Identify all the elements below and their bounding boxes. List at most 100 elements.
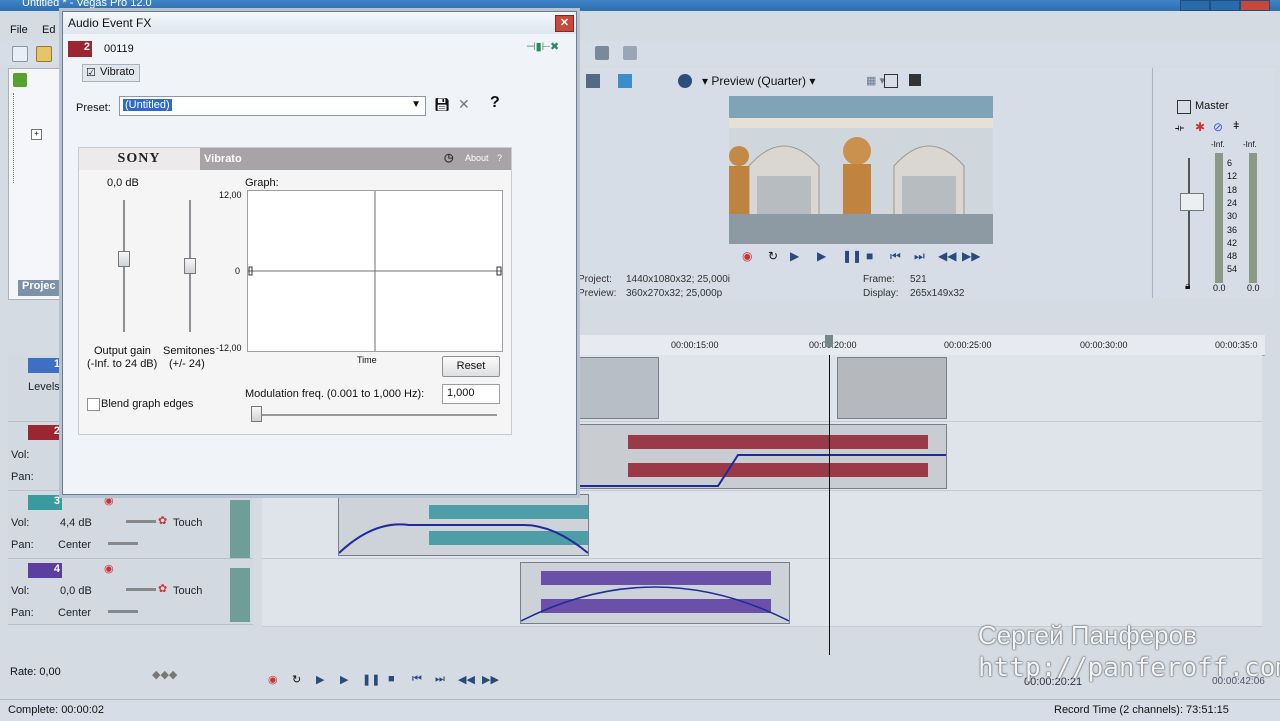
about-link[interactable]: About <box>465 153 489 163</box>
fx-icon[interactable]: ⟛ <box>1175 123 1184 134</box>
peak-left: 0.0 <box>1213 283 1226 293</box>
open-folder-icon[interactable] <box>36 46 52 62</box>
clock-icon[interactable]: ◷ <box>444 151 454 164</box>
record-icon[interactable]: ◉ <box>268 673 278 686</box>
vibrato-graph[interactable] <box>247 190 503 352</box>
plugin-chain-icon[interactable]: ⊣▮⊢ <box>526 40 551 53</box>
stop-icon[interactable]: ■ <box>866 249 873 263</box>
go-start-icon[interactable]: ⏮ <box>412 673 422 686</box>
dim-icon[interactable]: ǂ <box>1233 120 1239 132</box>
menu-edit[interactable]: Ed <box>42 24 55 36</box>
minimize-button[interactable] <box>1180 0 1210 11</box>
overlay-icon[interactable] <box>678 74 692 88</box>
delete-preset-icon[interactable]: ✕ <box>458 96 470 113</box>
save-preset-icon[interactable]: 💾︎ <box>434 97 451 113</box>
prev-frame-icon[interactable]: ◀◀ <box>458 673 475 686</box>
loop-icon[interactable]: ↻ <box>292 673 301 686</box>
master-fader-thumb[interactable] <box>1180 193 1204 211</box>
chain-item-vibrato[interactable]: ☑ Vibrato <box>82 64 140 82</box>
dialog-title-bar[interactable]: Audio Event FX ✕ <box>63 12 576 34</box>
meter-right-inf: -Inf. <box>1243 140 1257 149</box>
record-arm-icon[interactable]: ◉ <box>104 494 114 507</box>
preview-label: Preview: <box>578 288 617 299</box>
expand-icon[interactable]: + <box>31 129 42 140</box>
play-from-start-icon[interactable]: ▶ <box>790 249 799 263</box>
pan-slider[interactable] <box>108 610 138 613</box>
track-number: 4 <box>28 563 62 578</box>
mod-freq-slider[interactable] <box>251 406 262 422</box>
preset-dropdown[interactable]: (Untitled) ▼ <box>119 96 426 116</box>
play-from-start-icon[interactable]: ▶ <box>316 673 324 686</box>
vol-slider[interactable] <box>126 520 156 523</box>
grid-dropdown-icon[interactable]: ▦ ▾ <box>866 74 885 87</box>
save-frame-icon[interactable] <box>909 74 921 86</box>
preview-settings-icon[interactable] <box>586 74 600 88</box>
track-header-3[interactable]: 3 ◉ Vol: 4,4 dB ✿ Touch Pan: Center <box>8 492 253 559</box>
go-end-icon[interactable]: ⏭ <box>914 249 925 264</box>
stop-icon[interactable]: ■ <box>388 673 395 685</box>
pause-icon[interactable]: ❚❚ <box>362 673 380 686</box>
track-header-4[interactable]: 4 ◉ Vol: 0,0 dB ✿ Touch Pan: Center <box>8 560 253 625</box>
vol-slider[interactable] <box>126 588 156 591</box>
audio-clip[interactable] <box>577 424 947 489</box>
gear-icon[interactable]: ✱ <box>1195 120 1205 134</box>
project-media-tab[interactable]: Projec <box>18 280 62 296</box>
pan-slider[interactable] <box>108 542 138 545</box>
semitones-slider[interactable] <box>184 258 196 274</box>
track-lane-3 <box>262 492 1262 559</box>
master-icon[interactable] <box>1177 100 1191 114</box>
record-arm-icon[interactable]: ◉ <box>104 562 114 575</box>
new-file-icon[interactable] <box>12 46 28 62</box>
cursor-marker[interactable] <box>825 335 833 347</box>
blend-graph-edges-checkbox[interactable] <box>87 398 100 411</box>
bypass-checkbox-icon[interactable]: ☑ <box>86 66 96 79</box>
chevron-down-icon[interactable]: ▼ <box>411 99 421 110</box>
copy-frame-icon[interactable] <box>884 74 898 88</box>
video-clip[interactable] <box>837 357 947 419</box>
semitones-label: Semitones <box>163 345 215 357</box>
rate-slider[interactable]: ◆◆◆ <box>152 668 177 681</box>
help-button[interactable]: ? <box>490 94 500 112</box>
mod-freq-input[interactable]: 1,000 <box>442 384 500 404</box>
automation-icon[interactable]: ✿ <box>158 582 167 595</box>
go-end-icon[interactable]: ⏭ <box>435 673 445 686</box>
blend-graph-edges-label: Blend graph edges <box>101 398 194 410</box>
next-frame-icon[interactable]: ▶▶ <box>962 249 980 263</box>
preview-quality-dropdown[interactable]: ▾ Preview (Quarter) ▾ <box>702 74 815 88</box>
automation-icon[interactable]: ✿ <box>158 514 167 527</box>
menu-file[interactable]: File <box>10 24 28 36</box>
trim-icon[interactable] <box>595 46 609 60</box>
next-frame-icon[interactable]: ▶▶ <box>482 673 499 686</box>
reset-button[interactable]: Reset <box>442 356 500 377</box>
audio-clip[interactable] <box>520 562 790 624</box>
waveform-graphic <box>521 571 789 622</box>
loop-icon[interactable]: ↻ <box>768 249 778 263</box>
play-icon[interactable]: ▶ <box>817 249 826 263</box>
timeline-ruler[interactable]: 00:00:15:00 00:00:20:00 00:00:25:00 00:0… <box>575 335 1265 356</box>
chain-item-label: Vibrato <box>100 66 135 78</box>
mute-icon[interactable]: ⊘ <box>1213 120 1223 134</box>
monitor-icon[interactable] <box>618 74 632 88</box>
lock-icon[interactable]: 🔒︎ <box>1185 281 1190 292</box>
pause-icon[interactable]: ❚❚ <box>842 249 862 263</box>
prev-frame-icon[interactable]: ◀◀ <box>938 249 956 263</box>
video-clip[interactable] <box>577 357 659 419</box>
mod-freq-value: 1,000 <box>447 387 475 399</box>
maximize-button[interactable] <box>1210 0 1240 11</box>
media-icon[interactable] <box>13 73 27 87</box>
go-start-icon[interactable]: ⏮ <box>890 249 901 264</box>
dialog-close-button[interactable]: ✕ <box>555 15 574 32</box>
automation-mode[interactable]: Touch <box>173 585 202 597</box>
automation-mode[interactable]: Touch <box>173 517 202 529</box>
close-button[interactable] <box>1240 0 1270 11</box>
pointer-icon[interactable] <box>623 46 637 60</box>
frame-value: 521 <box>910 274 927 285</box>
remove-plugin-icon[interactable]: ✖ <box>550 40 559 53</box>
record-icon[interactable]: ◉ <box>742 249 752 263</box>
output-gain-slider[interactable] <box>118 251 130 268</box>
playhead-line[interactable] <box>829 355 830 655</box>
play-icon[interactable]: ▶ <box>340 673 348 686</box>
about-help-icon[interactable]: ? <box>497 153 502 163</box>
track-lane-4 <box>262 560 1262 627</box>
audio-clip[interactable] <box>338 494 589 556</box>
